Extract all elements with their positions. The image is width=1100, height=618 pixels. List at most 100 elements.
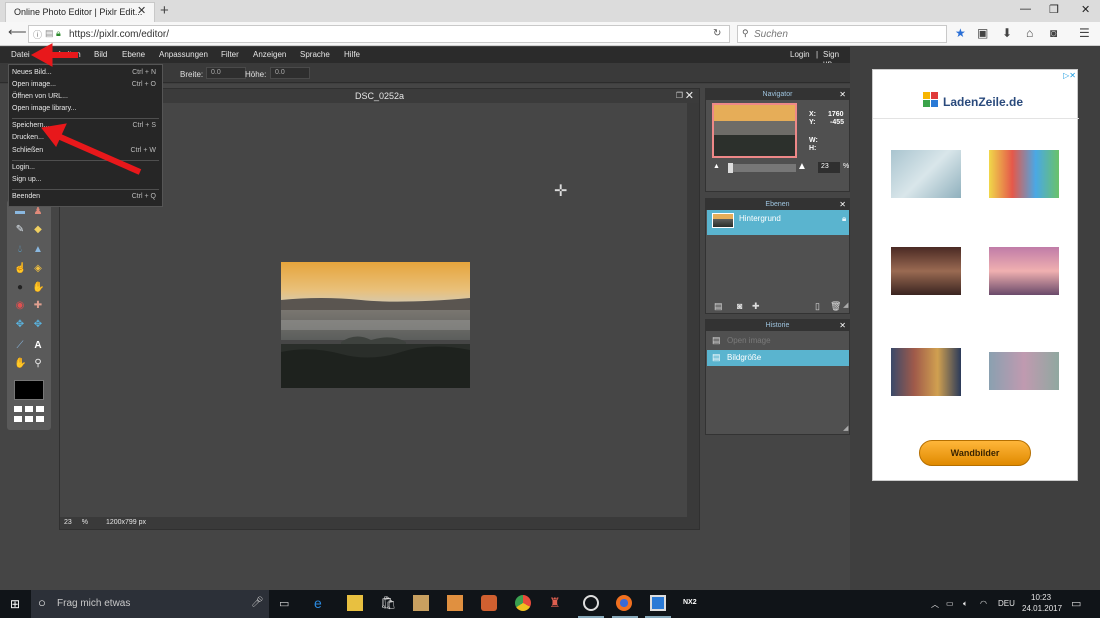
menu-sprache[interactable]: Sprache [300, 50, 330, 59]
menu-bild[interactable]: Bild [94, 50, 107, 59]
ad-cta-button[interactable]: Wandbilder [919, 440, 1031, 466]
ad-product-image[interactable] [891, 348, 961, 396]
cortana-search[interactable]: ○ Frag mich etwas 🎤︎ [31, 590, 269, 618]
monitor-app-icon[interactable] [650, 595, 666, 611]
sponge-tool-icon[interactable]: ◈ [32, 263, 44, 275]
hand-tool-icon[interactable]: ✋ [14, 358, 26, 370]
menu-item-signup[interactable]: Sign up... [12, 176, 42, 183]
firefox-icon[interactable] [616, 595, 632, 611]
ad-product-image[interactable] [891, 150, 961, 198]
stamp-tool-icon[interactable]: ♟ [32, 206, 44, 218]
history-resize-icon[interactable]: ◢ [843, 424, 848, 432]
menu-item-open-image[interactable]: Open image... [12, 81, 56, 88]
tray-chevron-icon[interactable]: ︿ [931, 599, 939, 610]
color-replace-icon[interactable]: ✎ [14, 224, 26, 236]
burn-tool-icon[interactable]: ✋ [32, 282, 44, 294]
grid-icon[interactable] [14, 406, 44, 424]
restore-icon[interactable]: ❐ [676, 89, 683, 103]
menu-item-login[interactable]: Login... [12, 164, 35, 171]
browser-tab[interactable]: Online Photo Editor | Pixlr Edit... [5, 2, 155, 22]
vertical-scrollbar[interactable] [687, 103, 699, 519]
clipboard-icon[interactable]: ▣ [977, 26, 988, 40]
volume-icon[interactable]: 🔈︎ [963, 599, 968, 609]
media-app-icon[interactable] [413, 595, 429, 611]
pinch-tool-icon[interactable]: ✥ [32, 319, 44, 331]
task-view-icon[interactable]: ▭ [279, 597, 289, 610]
menu-item-new-image[interactable]: Neues Bild... [12, 69, 52, 76]
type-tool-icon[interactable]: A [32, 340, 44, 352]
clock-date[interactable]: 24.01.2017 [1022, 604, 1062, 613]
layer-settings-icon[interactable]: ▤ [714, 301, 723, 312]
paint-app-icon[interactable]: ♜ [549, 595, 565, 611]
document-close-icon[interactable]: ✕ [685, 89, 694, 103]
url-field[interactable]: ⓘ ▤ 🔒︎ https://pixlr.com/editor/ ↻ [28, 25, 730, 43]
add-layer-style-icon[interactable]: ✚ [752, 301, 760, 312]
menu-item-exit[interactable]: Beenden [12, 193, 40, 200]
eyedropper-icon[interactable]: ⟋ [14, 340, 26, 352]
ad-product-image[interactable] [989, 150, 1059, 198]
zoom-out-icon[interactable]: ▲ [713, 163, 720, 170]
layer-mask-icon[interactable]: ◙ [737, 301, 742, 311]
zoom-field[interactable]: 23 [818, 162, 840, 173]
bloat-tool-icon[interactable]: ✥ [14, 319, 26, 331]
login-link[interactable]: Login [790, 50, 810, 59]
layers-resize-icon[interactable]: ◢ [843, 301, 848, 309]
ad-product-image[interactable] [891, 247, 961, 295]
pocket-icon[interactable]: ◙ [1050, 26, 1057, 40]
history-close-icon[interactable]: ✕ [839, 320, 846, 331]
new-layer-icon[interactable]: ▯ [815, 301, 820, 312]
minimize-icon[interactable]: — [1020, 3, 1031, 15]
settings-app-icon[interactable] [481, 595, 497, 611]
tab-close-icon[interactable]: ✕ [137, 4, 146, 17]
sync-app-icon[interactable] [583, 595, 599, 611]
menu-anpassungen[interactable]: Anpassungen [159, 50, 208, 59]
zoom-slider[interactable] [728, 163, 796, 173]
layer-row[interactable]: Hintergrund 🔒︎ [707, 210, 849, 235]
new-tab-icon[interactable]: + [160, 2, 169, 19]
menu-item-open-library[interactable]: Open image library... [12, 105, 76, 112]
width-field[interactable]: 0.0 [206, 67, 246, 79]
menu-item-open-url[interactable]: Öffnen von URL... [12, 93, 68, 100]
menu-item-print[interactable]: Drucken... [12, 134, 44, 141]
ad-product-image[interactable] [989, 247, 1059, 295]
spot-heal-icon[interactable]: ✚ [32, 300, 44, 312]
window-close-icon[interactable]: ✕ [1081, 3, 1090, 16]
battery-icon[interactable]: ▭ [946, 599, 954, 608]
sharpen-tool-icon[interactable]: ▲ [32, 244, 44, 256]
notifications-icon[interactable]: ▭ [1071, 597, 1081, 610]
hamburger-menu-icon[interactable]: ☰ [1079, 26, 1090, 40]
smudge-tool-icon[interactable]: ☝ [14, 263, 26, 275]
drawing-tool-icon[interactable]: ◆ [32, 224, 44, 236]
menu-bearbeiten[interactable]: Bearbeiten [42, 50, 81, 59]
ad-choices-icon[interactable]: ▷✕ [1063, 71, 1076, 80]
photo-canvas[interactable] [281, 262, 470, 388]
menu-ebene[interactable]: Ebene [122, 50, 145, 59]
color-swatch[interactable] [14, 380, 44, 400]
download-icon[interactable]: ⬇ [1002, 26, 1012, 40]
photo-app-icon[interactable] [447, 595, 463, 611]
menu-filter[interactable]: Filter [221, 50, 239, 59]
red-eye-icon[interactable]: ◉ [14, 300, 26, 312]
menu-item-close[interactable]: Schließen [12, 147, 43, 154]
menu-datei[interactable]: Datei [11, 50, 30, 59]
chrome-icon[interactable] [515, 595, 531, 611]
nx2-app-icon[interactable]: NX2 [683, 599, 699, 615]
history-item[interactable]: ▤ Open image [707, 333, 849, 349]
advertisement[interactable]: ▷✕ LadenZeile.de Wandbilder [872, 69, 1079, 481]
zoom-in-icon[interactable]: ▲ [797, 161, 807, 172]
menu-anzeigen[interactable]: Anzeigen [253, 50, 286, 59]
navigator-close-icon[interactable]: ✕ [839, 89, 846, 100]
layer-lock-icon[interactable]: 🔒︎ [842, 214, 846, 224]
dodge-tool-icon[interactable]: ● [14, 282, 26, 294]
gradient-tool-icon[interactable]: ▬ [14, 206, 26, 218]
menu-hilfe[interactable]: Hilfe [344, 50, 360, 59]
edge-icon[interactable]: e [314, 595, 330, 611]
layers-close-icon[interactable]: ✕ [839, 199, 846, 210]
store-icon[interactable]: 🛍︎ [380, 595, 397, 611]
reload-icon[interactable]: ↻ [713, 28, 721, 39]
zoom-tool-icon[interactable]: ⚲ [32, 358, 44, 370]
home-icon[interactable]: ⌂ [1026, 26, 1033, 40]
maximize-icon[interactable]: ❐ [1049, 3, 1059, 16]
delete-layer-icon[interactable]: 🗑︎ [830, 301, 841, 312]
microphone-icon[interactable]: 🎤︎ [251, 597, 264, 608]
